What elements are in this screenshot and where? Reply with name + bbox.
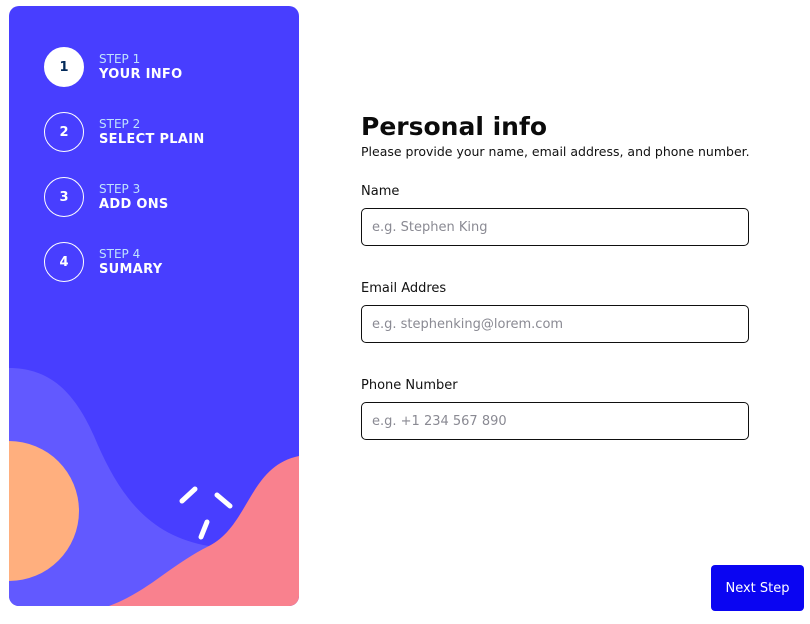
step-item-3[interactable]: 3 STEP 3 ADD ONS — [44, 177, 205, 217]
step-item-1[interactable]: 1 STEP 1 YOUR INFO — [44, 47, 205, 87]
page-title: Personal info — [361, 112, 548, 141]
step-number-3: 3 — [44, 177, 84, 217]
sidebar: 1 STEP 1 YOUR INFO 2 STEP 2 SELECT PLAIN… — [9, 6, 299, 606]
step-item-2[interactable]: 2 STEP 2 SELECT PLAIN — [44, 112, 205, 152]
phone-field-group: Phone Number — [361, 378, 749, 440]
step-number-4: 4 — [44, 242, 84, 282]
step-number-2: 2 — [44, 112, 84, 152]
personal-info-form: Personal info Please provide your name, … — [361, 112, 751, 440]
email-input[interactable] — [361, 305, 749, 343]
email-label: Email Addres — [361, 281, 447, 296]
step-item-4[interactable]: 4 STEP 4 SUMARY — [44, 242, 205, 282]
step-title-3: ADD ONS — [99, 196, 169, 212]
name-input[interactable] — [361, 208, 749, 246]
next-step-button[interactable]: Next Step — [711, 565, 804, 611]
page-subtitle: Please provide your name, email address,… — [361, 144, 750, 159]
phone-input[interactable] — [361, 402, 749, 440]
step-label-1: STEP 1 — [99, 51, 141, 66]
step-title-1: YOUR INFO — [99, 66, 183, 82]
phone-label: Phone Number — [361, 378, 458, 393]
step-number-1: 1 — [44, 47, 84, 87]
name-label: Name — [361, 184, 400, 199]
step-label-4: STEP 4 — [99, 246, 141, 261]
page: 1 STEP 1 YOUR INFO 2 STEP 2 SELECT PLAIN… — [0, 0, 810, 624]
sparkle-icon — [179, 486, 233, 540]
email-field-group: Email Addres — [361, 281, 749, 343]
step-list: 1 STEP 1 YOUR INFO 2 STEP 2 SELECT PLAIN… — [44, 47, 205, 307]
step-label-2: STEP 2 — [99, 116, 141, 131]
step-label-3: STEP 3 — [99, 181, 141, 196]
name-field-group: Name — [361, 184, 749, 246]
step-title-4: SUMARY — [99, 261, 163, 277]
step-title-2: SELECT PLAIN — [99, 131, 205, 147]
